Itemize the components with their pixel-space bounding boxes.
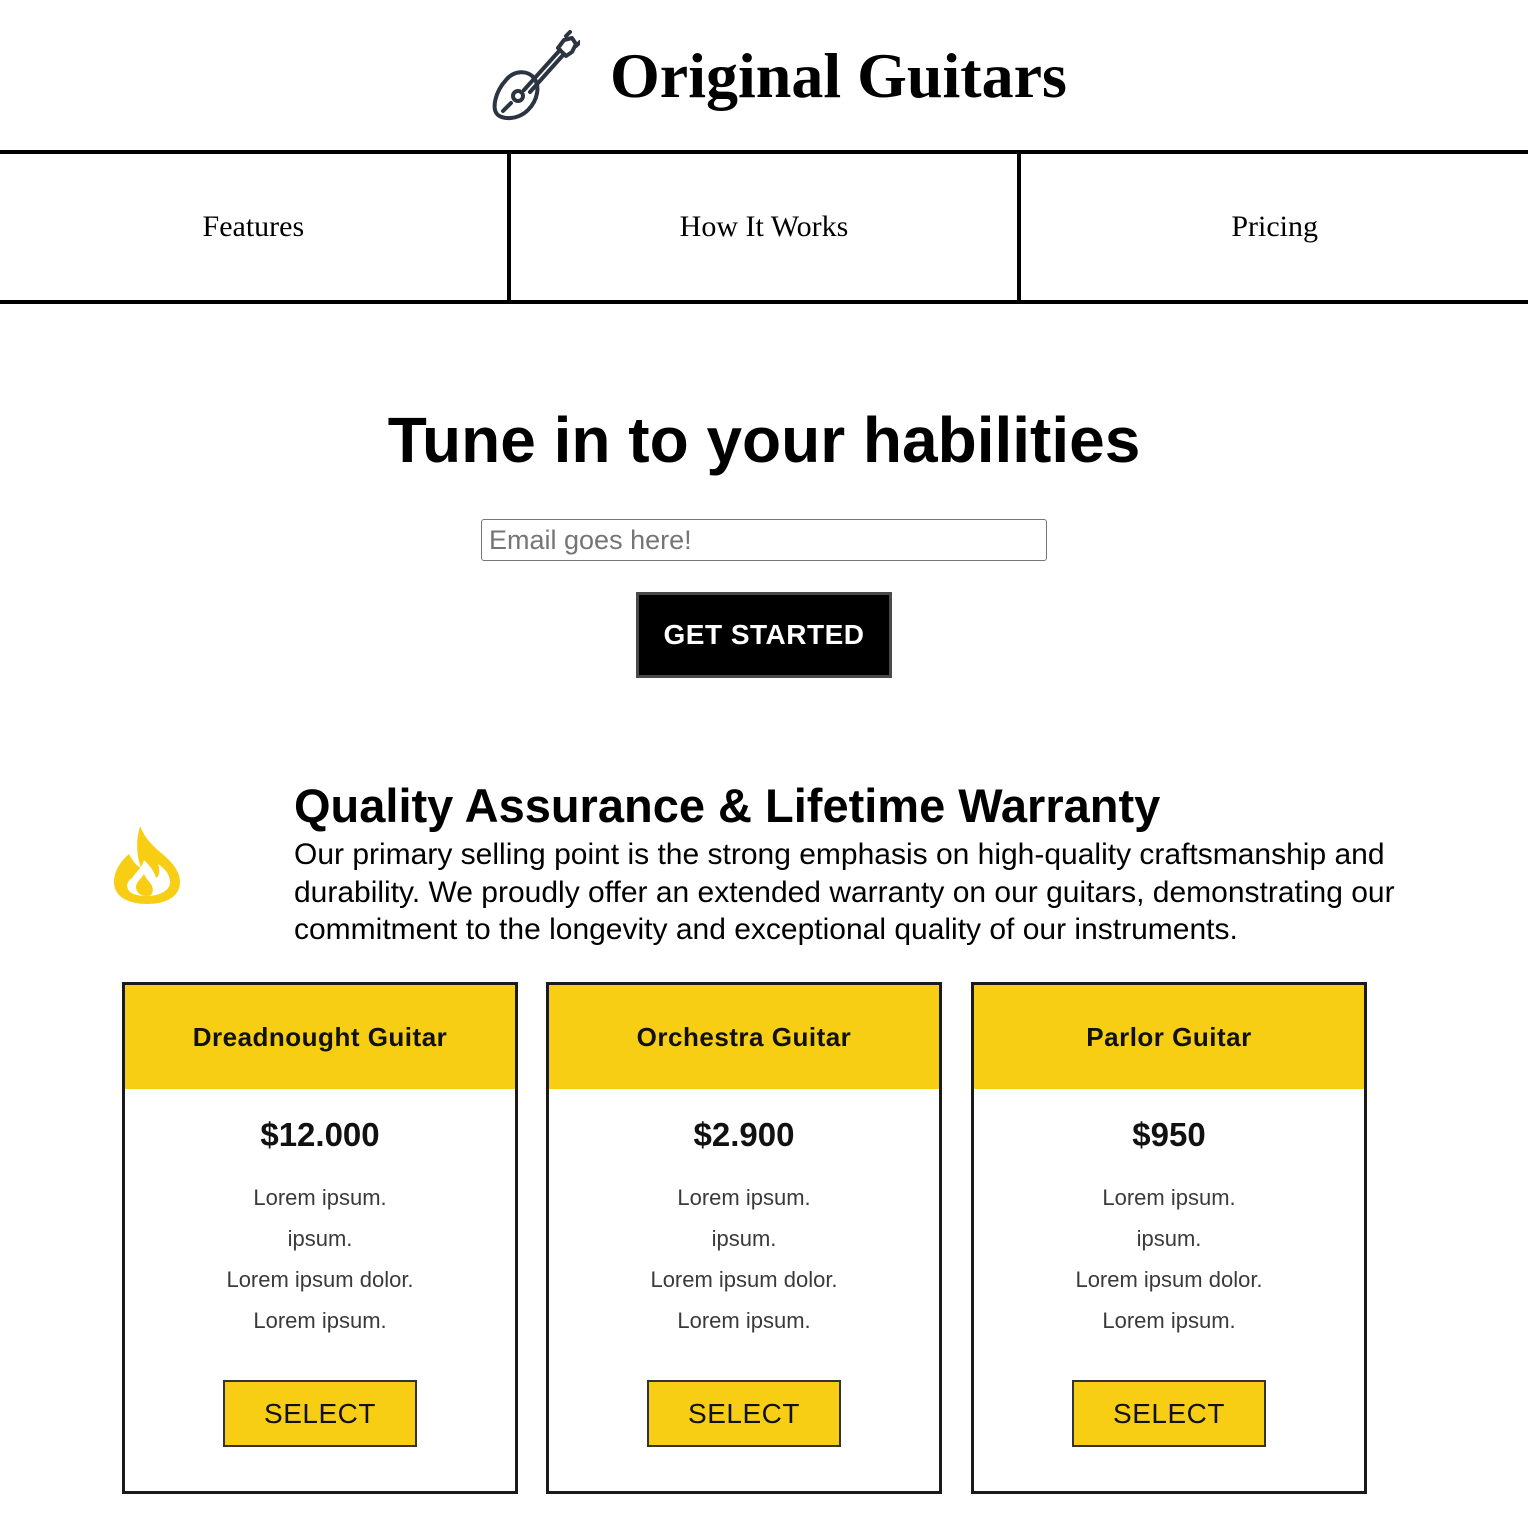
card-feature-item: Lorem ipsum.: [253, 1185, 387, 1210]
nav-link-how-it-works[interactable]: How It Works: [506, 154, 1018, 300]
hero-title: Tune in to your habilities: [387, 404, 1141, 476]
nav-link-pricing[interactable]: Pricing: [1017, 154, 1528, 300]
card-title: Parlor Guitar: [974, 985, 1364, 1089]
card-feature-item: ipsum.: [1136, 1226, 1202, 1251]
guitar-icon: [492, 30, 580, 121]
card-title: Orchestra Guitar: [549, 985, 939, 1089]
card-feature-list: Lorem ipsum. ipsum. Lorem ipsum dolor. L…: [974, 1177, 1364, 1341]
fire-icon: [114, 826, 180, 904]
card-feature-item: Lorem ipsum dolor.: [1075, 1267, 1263, 1292]
card-price: $12.000: [260, 1116, 380, 1153]
card-feature-item: Lorem ipsum dolor.: [650, 1267, 838, 1292]
card-feature-item: Lorem ipsum.: [253, 1308, 387, 1333]
site-header: Original Guitars: [0, 0, 1528, 152]
site-title: Original Guitars: [610, 40, 1067, 111]
card-feature-item: Lorem ipsum.: [677, 1185, 811, 1210]
card-feature-list: Lorem ipsum. ipsum. Lorem ipsum dolor. L…: [549, 1177, 939, 1341]
card-feature-item: Lorem ipsum dolor.: [226, 1267, 414, 1292]
card-feature-item: ipsum.: [711, 1226, 777, 1251]
select-button-orchestra[interactable]: SELECT: [647, 1380, 841, 1447]
main-nav: Features How It Works Pricing: [0, 150, 1528, 304]
pricing-card-parlor: Parlor Guitar $950 Lorem ipsum. ipsum. L…: [971, 982, 1367, 1494]
select-button-dreadnought[interactable]: SELECT: [223, 1380, 417, 1447]
card-feature-item: Lorem ipsum.: [1102, 1308, 1236, 1333]
card-feature-list: Lorem ipsum. ipsum. Lorem ipsum dolor. L…: [125, 1177, 515, 1341]
feature-description: Our primary selling point is the strong …: [294, 838, 1395, 946]
card-feature-item: Lorem ipsum.: [677, 1308, 811, 1333]
card-price: $2.900: [693, 1116, 795, 1153]
card-feature-item: ipsum.: [287, 1226, 353, 1251]
pricing-card-dreadnought: Dreadnought Guitar $12.000 Lorem ipsum. …: [122, 982, 518, 1494]
feature-title: Quality Assurance & Lifetime Warranty: [294, 779, 1161, 832]
email-input[interactable]: [481, 519, 1047, 561]
select-button-parlor[interactable]: SELECT: [1072, 1380, 1266, 1447]
card-feature-item: Lorem ipsum.: [1102, 1185, 1236, 1210]
nav-link-features[interactable]: Features: [0, 154, 507, 300]
pricing-card-orchestra: Orchestra Guitar $2.900 Lorem ipsum. ips…: [546, 982, 942, 1494]
card-price: $950: [1132, 1116, 1206, 1153]
card-title: Dreadnought Guitar: [125, 985, 515, 1089]
get-started-button[interactable]: GET STARTED: [636, 592, 892, 678]
